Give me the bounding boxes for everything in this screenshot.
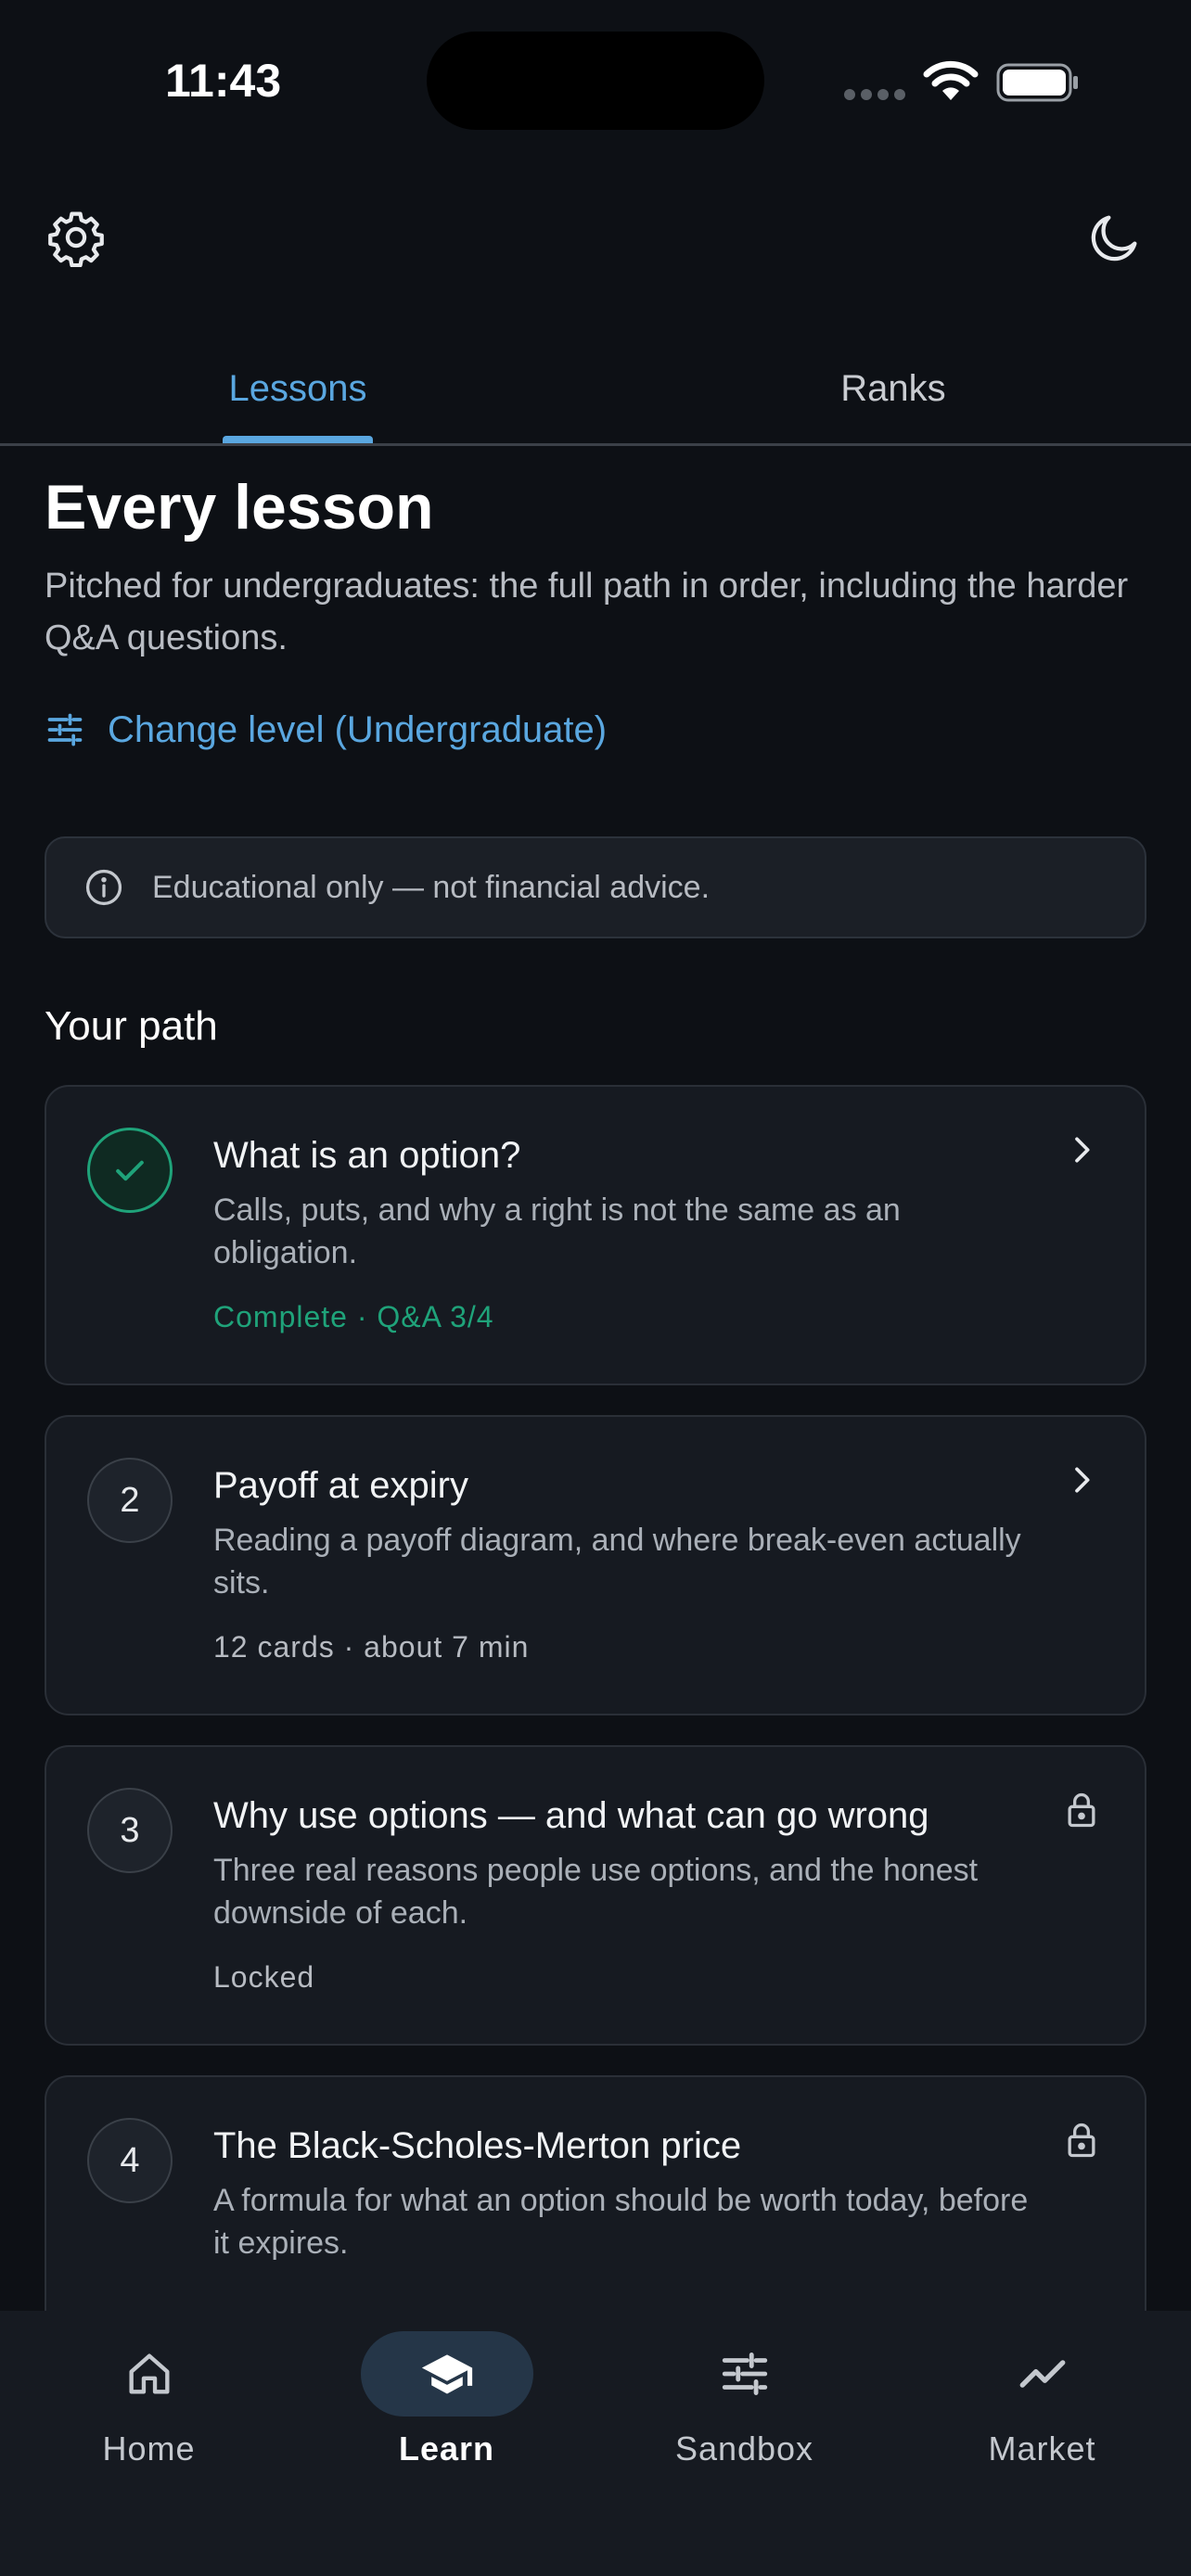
chevron-right-icon [1056, 1124, 1108, 1176]
lesson-description: Reading a payoff diagram, and where brea… [213, 1523, 1021, 1600]
lesson-meta: Locked [213, 1960, 315, 1994]
lesson-number-badge: 2 [87, 1458, 173, 1543]
theme-toggle-button[interactable] [1070, 193, 1159, 282]
lessons-content: Every lesson Pitched for undergraduates:… [45, 464, 1146, 2376]
nav-market-label: Market [988, 2429, 1096, 2468]
home-icon [128, 2353, 170, 2394]
bottom-navigation: Home Learn Sandbox Market [0, 2311, 1191, 2576]
nav-sandbox[interactable]: Sandbox [596, 2331, 893, 2470]
lesson-title: What is an option? [213, 1135, 521, 1176]
tab-ranks[interactable]: Ranks [596, 334, 1191, 443]
tab-lessons[interactable]: Lessons [0, 334, 596, 443]
info-icon [85, 869, 122, 906]
lesson-title: The Black-Scholes-Merton price [213, 2125, 742, 2166]
nav-sandbox-label: Sandbox [674, 2429, 814, 2468]
dynamic-island [427, 32, 764, 130]
lesson-description: Three real reasons people use options, a… [213, 1853, 979, 1931]
nav-market-pill [956, 2331, 1129, 2417]
lock-icon [1056, 1784, 1108, 1836]
lesson-meta: 12 cards · about 7 min [213, 1630, 530, 1664]
nav-learn-pill [360, 2331, 533, 2417]
lesson-list: What is an option? Calls, puts, and why … [45, 1085, 1146, 2376]
nav-home-label: Home [102, 2429, 196, 2468]
lesson-card[interactable]: What is an option? Calls, puts, and why … [45, 1085, 1146, 1385]
check-icon [116, 1160, 144, 1181]
lock-icon [1056, 2114, 1108, 2166]
disclaimer-text: Educational only — not financial advice. [152, 869, 711, 905]
lesson-description: Calls, puts, and why a right is not the … [213, 1192, 901, 1270]
nav-market[interactable]: Market [893, 2331, 1191, 2470]
nav-learn[interactable]: Learn [298, 2331, 596, 2470]
nav-home[interactable]: Home [0, 2331, 298, 2470]
lesson-meta: Complete · Q&A 3/4 [213, 1300, 494, 1333]
settings-button[interactable] [32, 193, 121, 282]
lesson-number-badge: 3 [87, 1788, 173, 1873]
gear-icon [48, 211, 104, 267]
cellular-signal-icon [844, 89, 905, 100]
lesson-complete-badge [87, 1128, 173, 1213]
status-time: 11:43 [165, 55, 282, 107]
change-level-link[interactable]: Change level (Undergraduate) [45, 699, 1146, 760]
lesson-title: Payoff at expiry [213, 1465, 468, 1506]
tune-icon [47, 713, 83, 746]
lesson-number-badge: 4 [87, 2118, 173, 2203]
lesson-card[interactable]: 3 Why use options — and what can go wron… [45, 1745, 1146, 2046]
battery-icon [996, 63, 1078, 102]
lesson-title: Why use options — and what can go wrong [213, 1795, 929, 1836]
lesson-description: A formula for what an option should be w… [213, 2183, 1029, 2261]
nav-home-pill [63, 2331, 236, 2417]
section-title: Your path [45, 1003, 218, 1049]
intro-text: Pitched for undergraduates: the full pat… [45, 567, 1129, 657]
wifi-icon [923, 60, 979, 100]
trend-line-icon [1019, 2360, 1065, 2388]
nav-sandbox-pill [659, 2331, 831, 2417]
graduation-cap-icon [421, 2354, 472, 2394]
sliders-icon [722, 2353, 767, 2395]
nav-learn-label: Learn [398, 2429, 495, 2468]
tab-bar: Lessons Ranks [0, 334, 1191, 446]
change-level-label: Change level (Undergraduate) [108, 708, 608, 750]
lesson-card[interactable]: 2 Payoff at expiry Reading a payoff diag… [45, 1415, 1146, 1715]
disclaimer-banner: Educational only — not financial advice. [45, 836, 1146, 938]
moon-icon [1091, 215, 1137, 261]
chevron-right-icon [1056, 1454, 1108, 1506]
page-title: Every lesson [45, 472, 434, 542]
tab-indicator [223, 436, 373, 443]
